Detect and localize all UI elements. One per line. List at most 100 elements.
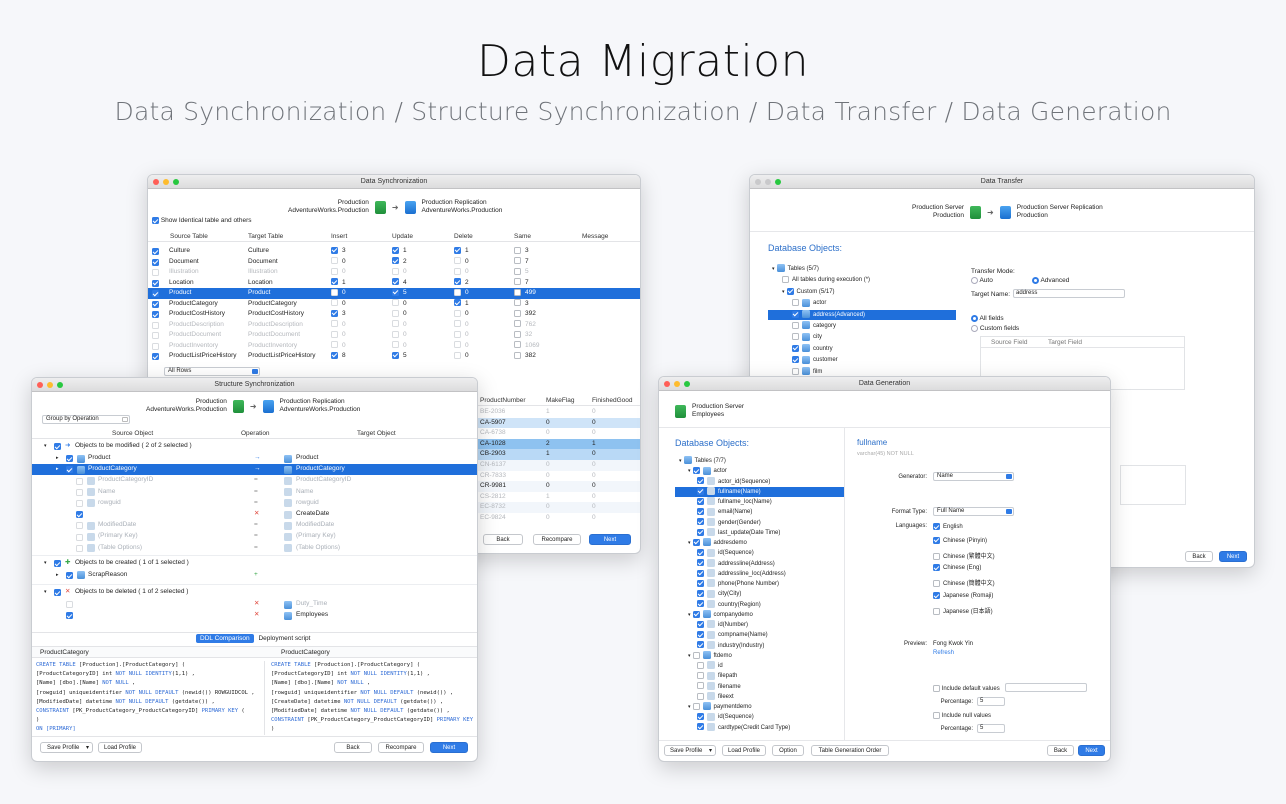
update-checkbox[interactable]	[392, 299, 399, 307]
language-checkbox[interactable]	[933, 552, 940, 560]
radio-all-fields[interactable]	[971, 315, 978, 322]
col-delete[interactable]: Delete	[454, 231, 473, 242]
update-checkbox[interactable]	[392, 288, 399, 296]
row-include-checkbox[interactable]	[152, 258, 159, 266]
col-source-object[interactable]: Source Object	[112, 428, 153, 439]
group-checkbox[interactable]	[54, 589, 61, 597]
tree-checkbox[interactable]	[792, 333, 799, 341]
language-checkbox[interactable]	[933, 592, 940, 599]
detail-row[interactable]: CN-6137 0 0	[478, 460, 640, 471]
row-checkbox[interactable]	[76, 511, 83, 519]
tree-item[interactable]: email(Name)	[675, 507, 844, 517]
tree-item[interactable]: filename	[675, 681, 844, 692]
same-checkbox[interactable]	[514, 288, 521, 296]
tree-checkbox[interactable]	[697, 549, 704, 557]
group-by-select[interactable]: Group by Operation	[42, 415, 130, 424]
row-checkbox[interactable]	[66, 612, 73, 620]
tree-checkbox[interactable]	[697, 559, 704, 567]
minimize-icon[interactable]	[674, 381, 680, 387]
tree-checkbox[interactable]	[697, 497, 704, 505]
detail-row[interactable]: CR-7833 0 0	[478, 470, 640, 482]
tree-checkbox[interactable]	[697, 620, 704, 628]
chevron-right-icon[interactable]: ▸	[56, 453, 59, 464]
insert-checkbox[interactable]	[331, 320, 338, 328]
tree-item[interactable]: id(Sequence)	[675, 548, 844, 558]
row-checkbox[interactable]	[76, 488, 83, 496]
tree-checkbox[interactable]	[792, 356, 799, 364]
next-button[interactable]: Next	[1078, 745, 1105, 756]
delete-checkbox[interactable]	[454, 330, 461, 338]
tree-item[interactable]: ▾ Tables (5/7)	[768, 264, 956, 274]
group-header[interactable]: ▾ ➜ Objects to be modified ( 2 of 2 select…	[32, 441, 477, 452]
load-profile-button[interactable]: Load Profile	[722, 745, 766, 756]
all-fields-option[interactable]: All fields	[971, 315, 1004, 322]
tree-item[interactable]: filepath	[675, 671, 844, 681]
tree-item[interactable]: ▾ Custom (5/17)	[768, 287, 956, 297]
delete-checkbox[interactable]	[454, 351, 461, 359]
tree-item[interactable]: last_update(Date Time)	[675, 528, 844, 538]
group-header[interactable]: ▾ ✚ Objects to be created ( 1 of 1 selecte…	[32, 558, 477, 569]
back-button[interactable]: Back	[334, 742, 372, 753]
tree-item[interactable]: city	[768, 332, 956, 342]
update-checkbox[interactable]	[392, 351, 399, 359]
delete-checkbox[interactable]	[454, 278, 461, 286]
structure-row[interactable]: (Primary Key) = (Primary Key)	[32, 531, 477, 542]
update-checkbox[interactable]	[392, 257, 399, 265]
tree-item[interactable]: category	[768, 321, 956, 331]
insert-checkbox[interactable]	[331, 309, 338, 317]
tree-checkbox[interactable]	[692, 538, 700, 546]
same-checkbox[interactable]	[514, 351, 521, 359]
back-button[interactable]: Back	[483, 534, 523, 545]
same-checkbox[interactable]	[514, 320, 521, 328]
chevron-down-icon[interactable]: ▾	[44, 558, 47, 569]
tree-item[interactable]: fileext	[675, 692, 844, 702]
language-option[interactable]: Chinese (Eng)	[933, 564, 981, 571]
same-checkbox[interactable]	[514, 257, 521, 265]
same-checkbox[interactable]	[514, 246, 521, 254]
same-checkbox[interactable]	[514, 278, 521, 286]
language-option[interactable]: Chinese (Pinyin)	[933, 536, 987, 544]
insert-checkbox[interactable]	[331, 288, 338, 296]
tree-checkbox[interactable]	[697, 672, 704, 680]
tree-item[interactable]: ▾ ftdemo	[675, 651, 844, 661]
tree-item[interactable]: customer	[768, 355, 956, 365]
chevron-down-icon[interactable]: ▾	[772, 266, 775, 272]
detail-row[interactable]: CA-1028 2 1	[478, 438, 640, 450]
col-insert[interactable]: Insert	[331, 231, 347, 242]
detail-row[interactable]: CR-9981 0 0	[478, 481, 640, 492]
next-button[interactable]: Next	[1219, 551, 1247, 562]
tree-checkbox[interactable]	[697, 641, 704, 649]
sync-table-row[interactable]: ProductDocument ProductDocument 0 0 0 32	[148, 330, 640, 341]
chevron-down-icon[interactable]: ▾	[44, 587, 47, 598]
row-include-checkbox[interactable]	[152, 248, 159, 256]
close-icon[interactable]	[153, 179, 159, 185]
chevron-right-icon[interactable]: ▸	[56, 464, 59, 475]
insert-checkbox[interactable]	[331, 299, 338, 307]
include-nulls-option[interactable]: Include null values	[933, 712, 991, 719]
language-checkbox[interactable]	[933, 564, 940, 572]
row-include-checkbox[interactable]	[152, 290, 159, 298]
recompare-button[interactable]: Recompare	[378, 742, 424, 753]
row-checkbox[interactable]	[66, 466, 73, 474]
target-name-input[interactable]: address	[1013, 289, 1125, 298]
delete-checkbox[interactable]	[454, 246, 461, 254]
detail-row[interactable]: EC-9824 0 0	[478, 513, 640, 524]
tree-item[interactable]: addressline_loc(Address)	[675, 569, 844, 579]
back-button[interactable]: Back	[1047, 745, 1074, 756]
tree-checkbox[interactable]	[782, 276, 789, 284]
tree-checkbox[interactable]	[697, 692, 704, 700]
tree-item[interactable]: country	[768, 344, 956, 354]
update-checkbox[interactable]	[392, 278, 399, 286]
tree-item[interactable]: addressline(Address)	[675, 558, 844, 569]
language-option[interactable]: Japanese (日本語)	[933, 606, 993, 615]
default-values-input[interactable]	[1005, 683, 1087, 692]
tree-item[interactable]: cardtype(Credit Card Type)	[675, 722, 844, 733]
tree-checkbox[interactable]	[697, 528, 704, 536]
tree-item[interactable]: actor	[768, 298, 956, 308]
close-icon[interactable]	[664, 381, 670, 387]
same-checkbox[interactable]	[514, 267, 521, 275]
chevron-down-icon[interactable]: ▾	[782, 289, 785, 295]
sync-table-row[interactable]: Culture Culture 3 1 1 3	[148, 246, 640, 257]
update-checkbox[interactable]	[392, 330, 399, 338]
group-checkbox[interactable]	[54, 443, 61, 451]
